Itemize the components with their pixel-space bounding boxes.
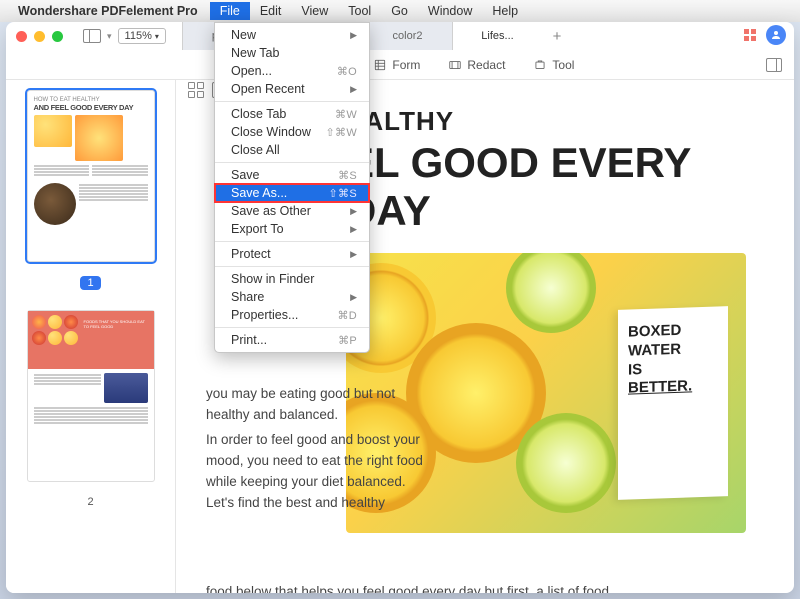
thumbnail-panel: HOW TO EAT HEALTHY AND FEEL GOOD EVERY D… (6, 80, 176, 593)
doc-heading-1: EALTHY (346, 106, 764, 137)
fullscreen-window-icon[interactable] (52, 31, 63, 42)
page-number-badge: 1 (80, 276, 100, 290)
toolbar-label: Redact (467, 58, 505, 72)
toolbar: Image Link Form Redact Tool (6, 50, 794, 80)
app-name[interactable]: Wondershare PDFelement Pro (18, 4, 198, 18)
sidebar-toggle-icon[interactable] (83, 29, 101, 43)
toolbar-form-button[interactable]: Form (373, 58, 420, 72)
doc-tab[interactable]: color2 (362, 22, 452, 50)
menu-window[interactable]: Window (418, 2, 482, 20)
menu-item-new-tab[interactable]: New Tab (215, 44, 369, 62)
carton-graphic: BOXED WATER IS BETTER. (618, 306, 728, 500)
minimize-window-icon[interactable] (34, 31, 45, 42)
menu-item-save[interactable]: Save⌘S (215, 166, 369, 184)
body-paragraph: In order to feel good and boost your moo… (206, 430, 436, 514)
menu-item-save-as[interactable]: Save As...⇧⌘S (215, 184, 369, 202)
doc-tab-label: Lifes... (481, 30, 513, 42)
window-controls (16, 31, 63, 42)
menu-item-open[interactable]: Open...⌘O (215, 62, 369, 80)
menu-tool[interactable]: Tool (338, 2, 381, 20)
menu-file[interactable]: File (210, 2, 250, 20)
app-window: ▾ 115% prod... Prod... color2 Lifes... +… (6, 22, 794, 593)
menu-item-open-recent[interactable]: Open Recent▶ (215, 80, 369, 98)
menu-item-save-as-other[interactable]: Save as Other▶ (215, 202, 369, 220)
app-grid-icon[interactable] (744, 29, 756, 41)
file-menu-dropdown: New▶ New Tab Open...⌘O Open Recent▶ Clos… (214, 22, 370, 353)
menu-view[interactable]: View (291, 2, 338, 20)
doc-tab-active[interactable]: Lifes... (452, 22, 542, 50)
menu-item-show-in-finder[interactable]: Show in Finder (215, 270, 369, 288)
menu-go[interactable]: Go (381, 2, 418, 20)
page-thumbnail[interactable]: FOODS THAT YOU SHOULD EAT TO FEEL GOOD (27, 310, 155, 482)
close-window-icon[interactable] (16, 31, 27, 42)
menu-edit[interactable]: Edit (250, 2, 292, 20)
menu-item-close-tab[interactable]: Close Tab⌘W (215, 105, 369, 123)
toolbar-tool-button[interactable]: Tool (533, 58, 574, 72)
menu-item-new[interactable]: New▶ (215, 26, 369, 44)
menu-item-properties[interactable]: Properties...⌘D (215, 306, 369, 324)
toolbar-label: Form (392, 58, 420, 72)
menu-item-protect[interactable]: Protect▶ (215, 245, 369, 263)
doc-tab-label: color2 (393, 30, 423, 42)
body-paragraph: you may be eating good but not healthy a… (206, 384, 436, 426)
thumb-title-bold: AND FEEL GOOD EVERY DAY (34, 103, 148, 112)
menu-item-close-window[interactable]: Close Window⇧⌘W (215, 123, 369, 141)
zoom-value: 115% (125, 30, 152, 42)
menu-item-export-to[interactable]: Export To▶ (215, 220, 369, 238)
page-thumbnail[interactable]: HOW TO EAT HEALTHY AND FEEL GOOD EVERY D… (27, 90, 155, 262)
new-tab-button[interactable]: + (542, 22, 572, 50)
menu-item-share[interactable]: Share▶ (215, 288, 369, 306)
toolbar-redact-button[interactable]: Redact (448, 58, 505, 72)
page-number: 2 (87, 496, 93, 508)
titlebar: ▾ 115% prod... Prod... color2 Lifes... + (6, 22, 794, 50)
menu-help[interactable]: Help (482, 2, 528, 20)
doc-heading-2: EL GOOD EVERY DAY (346, 139, 764, 235)
panel-toggle-icon[interactable] (766, 58, 782, 72)
toolbar-label: Tool (552, 58, 574, 72)
list-item: • Grains – Avoid them if you are worried… (494, 590, 764, 593)
menu-item-print[interactable]: Print...⌘P (215, 331, 369, 349)
system-menubar: Wondershare PDFelement Pro File Edit Vie… (0, 0, 800, 22)
bullet-list: • Grains – Avoid them if you are worried… (494, 590, 764, 593)
menu-item-close-all[interactable]: Close All (215, 141, 369, 159)
account-avatar-icon[interactable] (766, 25, 786, 45)
zoom-select[interactable]: 115% (118, 28, 166, 44)
